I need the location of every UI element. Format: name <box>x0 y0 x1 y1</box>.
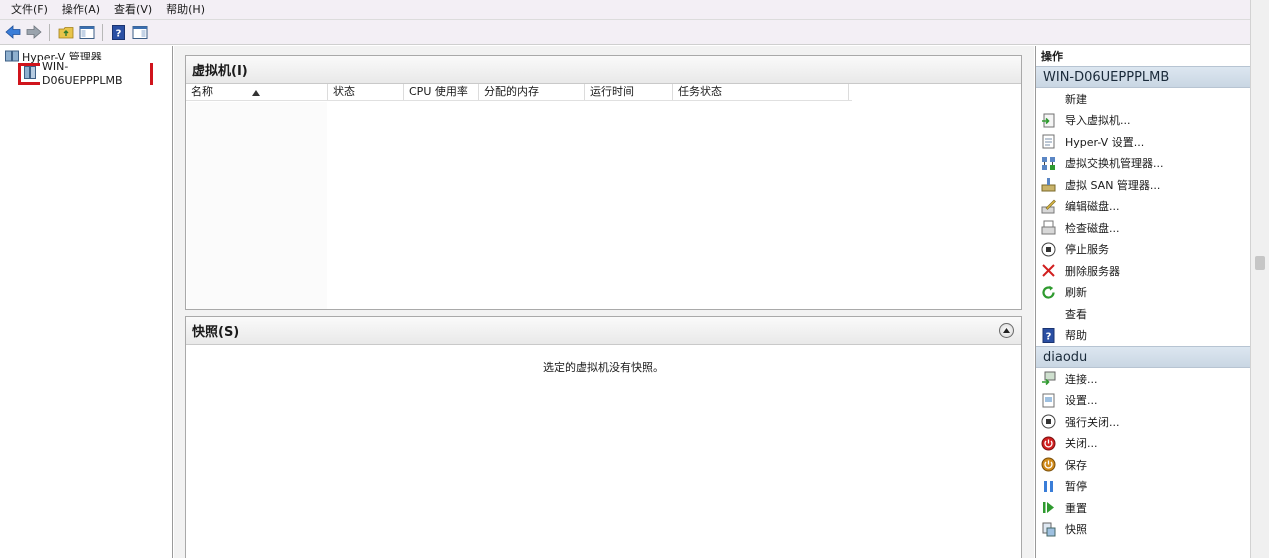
column-task-status[interactable]: 任务状态 <box>673 84 849 100</box>
svg-text:?: ? <box>1046 331 1052 342</box>
action-vm-settings[interactable]: 设置... <box>1036 390 1250 412</box>
menu-action[interactable]: 操作(A) <box>55 0 107 19</box>
actions-title: 操作 <box>1041 50 1063 63</box>
help-icon: ? <box>1041 327 1056 343</box>
menu-file[interactable]: 文件(F) <box>4 0 55 19</box>
blank-icon <box>1041 91 1056 106</box>
reset-icon <box>1041 500 1056 515</box>
action-hyperv-settings[interactable]: Hyper-V 设置... <box>1036 131 1250 153</box>
action-reset[interactable]: 重置 <box>1036 497 1250 519</box>
show-hide-action-pane-icon[interactable] <box>130 23 149 42</box>
snapshots-title: 快照(S) <box>192 325 240 340</box>
vm-column-headers: 名称 状态 CPU 使用率 分配的内存 运行时间 任务状态 <box>186 84 852 101</box>
edit-disk-icon <box>1041 199 1056 214</box>
scrollbar-thumb[interactable] <box>1255 256 1265 270</box>
up-folder-icon[interactable] <box>56 23 75 42</box>
column-assigned-memory[interactable]: 分配的内存 <box>479 84 585 100</box>
no-snapshots-message: 选定的虚拟机没有快照。 <box>543 361 664 374</box>
svg-text:?: ? <box>116 28 122 39</box>
action-help[interactable]: ? 帮助 <box>1036 325 1250 347</box>
server-icon <box>24 66 36 82</box>
import-icon <box>1041 113 1056 128</box>
window-scrollbar[interactable] <box>1250 0 1269 558</box>
action-stop-service[interactable]: 停止服务 <box>1036 239 1250 261</box>
action-virtual-san-manager[interactable]: 虚拟 SAN 管理器... <box>1036 174 1250 196</box>
action-turn-off[interactable]: 强行关闭... <box>1036 411 1250 433</box>
action-pause[interactable]: 暂停 <box>1036 476 1250 498</box>
snapshot-icon <box>1041 522 1056 537</box>
toolbar-separator <box>49 23 50 41</box>
pause-icon <box>1041 479 1056 494</box>
settings-icon <box>1041 134 1056 149</box>
action-edit-disk[interactable]: 编辑磁盘... <box>1036 196 1250 218</box>
snapshots-header: 快照(S) <box>186 317 1021 345</box>
column-state[interactable]: 状态 <box>328 84 404 100</box>
action-connect[interactable]: 连接... <box>1036 368 1250 390</box>
save-icon <box>1041 457 1056 472</box>
results-pane: 虚拟机(I) 名称 状态 CPU 使用率 分配的内存 运行时间 任务状态 快照(… <box>174 46 1034 558</box>
virtual-machines-section: 虚拟机(I) 名称 状态 CPU 使用率 分配的内存 运行时间 任务状态 <box>185 55 1022 310</box>
action-virtual-switch-manager[interactable]: 虚拟交换机管理器... <box>1036 153 1250 175</box>
action-import-vm[interactable]: 导入虚拟机... <box>1036 110 1250 132</box>
refresh-icon <box>1041 285 1056 300</box>
delete-icon <box>1041 263 1056 278</box>
show-hide-console-tree-icon[interactable] <box>77 23 96 42</box>
actions-pane: 操作 WIN-D06UEPPPLMB 新建 导入虚拟机... Hyper-V 设… <box>1035 46 1250 558</box>
action-remove-server[interactable]: 删除服务器 <box>1036 260 1250 282</box>
toolbar-separator <box>102 23 103 41</box>
shutdown-icon <box>1041 436 1056 451</box>
tree-item-server[interactable]: WIN-D06UEPPPLMB <box>18 60 153 88</box>
san-icon <box>1041 177 1056 192</box>
turn-off-icon <box>1041 414 1056 429</box>
virtual-machines-title: 虚拟机(I) <box>192 64 248 79</box>
collapse-icon[interactable] <box>999 323 1014 338</box>
hyperv-manager-icon <box>5 50 19 65</box>
action-inspect-disk[interactable]: 检查磁盘... <box>1036 217 1250 239</box>
blank-icon <box>1041 306 1056 321</box>
action-snapshot[interactable]: 快照 <box>1036 519 1250 541</box>
virtual-machines-header: 虚拟机(I) <box>186 56 1021 84</box>
vm-settings-icon <box>1041 393 1056 408</box>
action-shut-down[interactable]: 关闭... <box>1036 433 1250 455</box>
actions-group-vm[interactable]: diaodu <box>1036 346 1250 368</box>
tree-item-server-label: WIN-D06UEPPPLMB <box>40 60 150 88</box>
forward-icon[interactable] <box>24 23 43 42</box>
sort-ascending-icon <box>252 85 260 101</box>
switch-icon <box>1041 156 1056 171</box>
vm-list[interactable] <box>187 102 327 309</box>
menu-view[interactable]: 查看(V) <box>107 0 159 19</box>
back-icon[interactable] <box>3 23 22 42</box>
action-new[interactable]: 新建 <box>1036 88 1250 110</box>
column-name[interactable]: 名称 <box>186 84 328 100</box>
console-tree: Hyper-V 管理器 WIN-D06UEPPPLMB <box>0 46 173 558</box>
menu-bar: 文件(F) 操作(A) 查看(V) 帮助(H) <box>0 0 1250 19</box>
action-view[interactable]: 查看 <box>1036 303 1250 325</box>
toolbar: ? <box>0 19 1250 45</box>
snapshots-section: 快照(S) 选定的虚拟机没有快照。 <box>185 316 1022 558</box>
stop-icon <box>1041 242 1056 257</box>
action-refresh[interactable]: 刷新 <box>1036 282 1250 304</box>
inspect-disk-icon <box>1041 220 1056 235</box>
action-save[interactable]: 保存 <box>1036 454 1250 476</box>
help-toolbar-icon[interactable]: ? <box>109 23 128 42</box>
column-cpu-usage[interactable]: CPU 使用率 <box>404 84 479 100</box>
menu-help[interactable]: 帮助(H) <box>159 0 212 19</box>
connect-icon <box>1041 371 1056 386</box>
column-uptime[interactable]: 运行时间 <box>585 84 673 100</box>
actions-group-server[interactable]: WIN-D06UEPPPLMB <box>1036 66 1250 88</box>
